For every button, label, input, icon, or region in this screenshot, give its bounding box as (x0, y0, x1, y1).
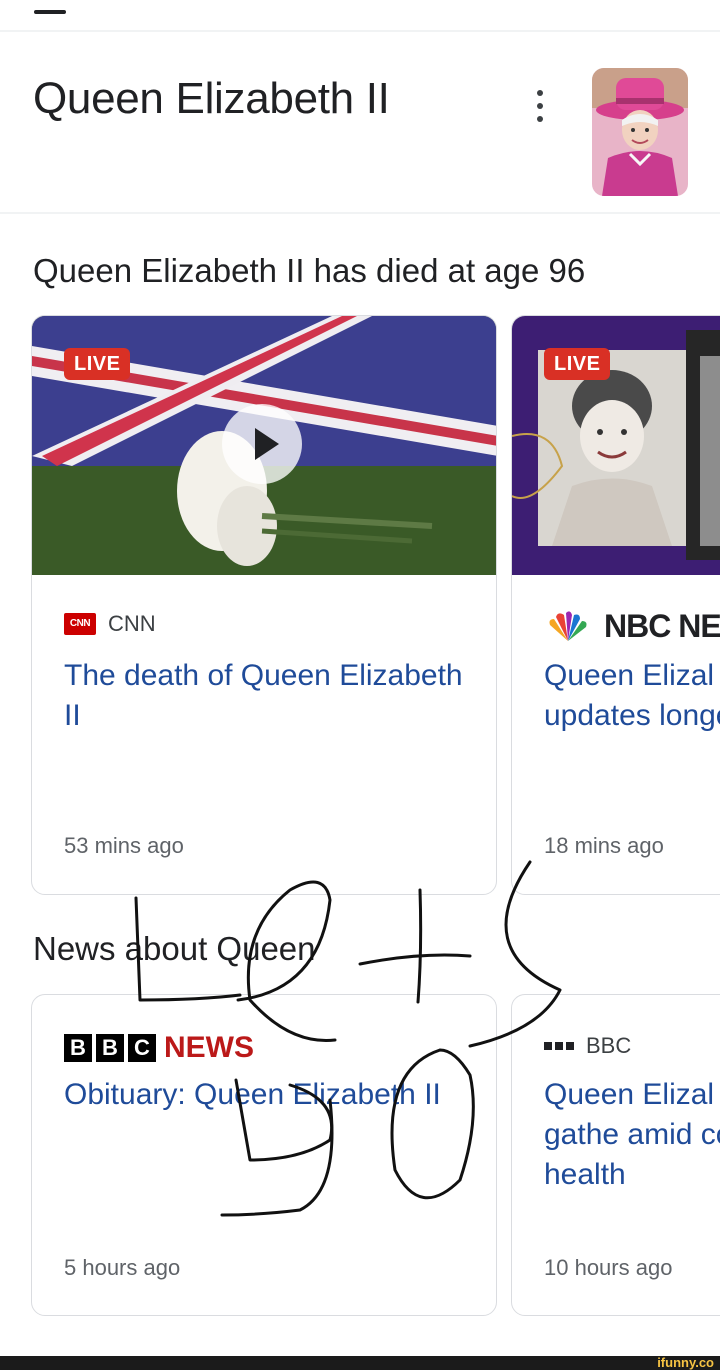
more-vert-icon[interactable] (526, 86, 554, 126)
news-card-bbc-news[interactable]: B B C NEWS Obituary: Queen Elizabeth II … (31, 994, 497, 1316)
page-title: Queen Elizabeth II (33, 74, 390, 123)
news-card-bbc[interactable]: BBC Queen Elizal Family gathe amid conce… (511, 994, 720, 1316)
source-label: BBC (544, 1033, 631, 1059)
timestamp: 10 hours ago (544, 1255, 673, 1280)
cnn-logo-icon: CNN (64, 613, 96, 635)
source-label: NBC NE (544, 608, 720, 645)
timestamp: 53 mins ago (64, 833, 184, 858)
source-name: NBC NE (604, 608, 720, 644)
source-label: B B C NEWS (64, 1031, 254, 1065)
headline-link[interactable]: Obituary: Queen Elizabeth II (64, 1075, 464, 1115)
source-label: CNN CNN (64, 611, 156, 637)
headline-link[interactable]: The death of Queen Elizabeth II (64, 656, 464, 736)
top-bar (0, 0, 720, 30)
divider (0, 30, 720, 32)
avatar[interactable] (592, 68, 688, 196)
headline-link[interactable]: Queen Elizal Family gathe amid concer he… (544, 1075, 720, 1195)
source-name: CNN (108, 611, 156, 636)
timestamp: 18 mins ago (544, 833, 664, 858)
queen-portrait-icon (592, 68, 688, 196)
news-card-cnn[interactable]: LIVE CNN CNN The death of Queen Elizabet… (31, 315, 497, 895)
top-stories-heading: Queen Elizabeth II has died at age 96 (33, 252, 586, 289)
play-icon[interactable] (222, 404, 302, 484)
minimize-handle[interactable] (34, 10, 66, 14)
headline-link[interactable]: Queen Elizal live updates longest-serv (544, 656, 720, 736)
bbc-logo-icon: B B C (64, 1034, 156, 1062)
nbc-peacock-icon (549, 610, 587, 641)
live-badge: LIVE (64, 348, 131, 380)
bottom-strip (0, 1356, 720, 1370)
live-badge: LIVE (544, 348, 611, 380)
bbc-logo-icon (544, 1042, 574, 1050)
timestamp: 5 hours ago (64, 1255, 181, 1280)
watermark: ifunny.co (651, 1356, 720, 1370)
news-card-nbc[interactable]: LIVE NBC NE Queen Elizal live updates lo… (511, 315, 720, 895)
news-heading: News about Queen (33, 930, 316, 967)
divider (0, 212, 720, 214)
source-name: BBC (586, 1033, 632, 1058)
source-name: NEWS (164, 1031, 254, 1064)
